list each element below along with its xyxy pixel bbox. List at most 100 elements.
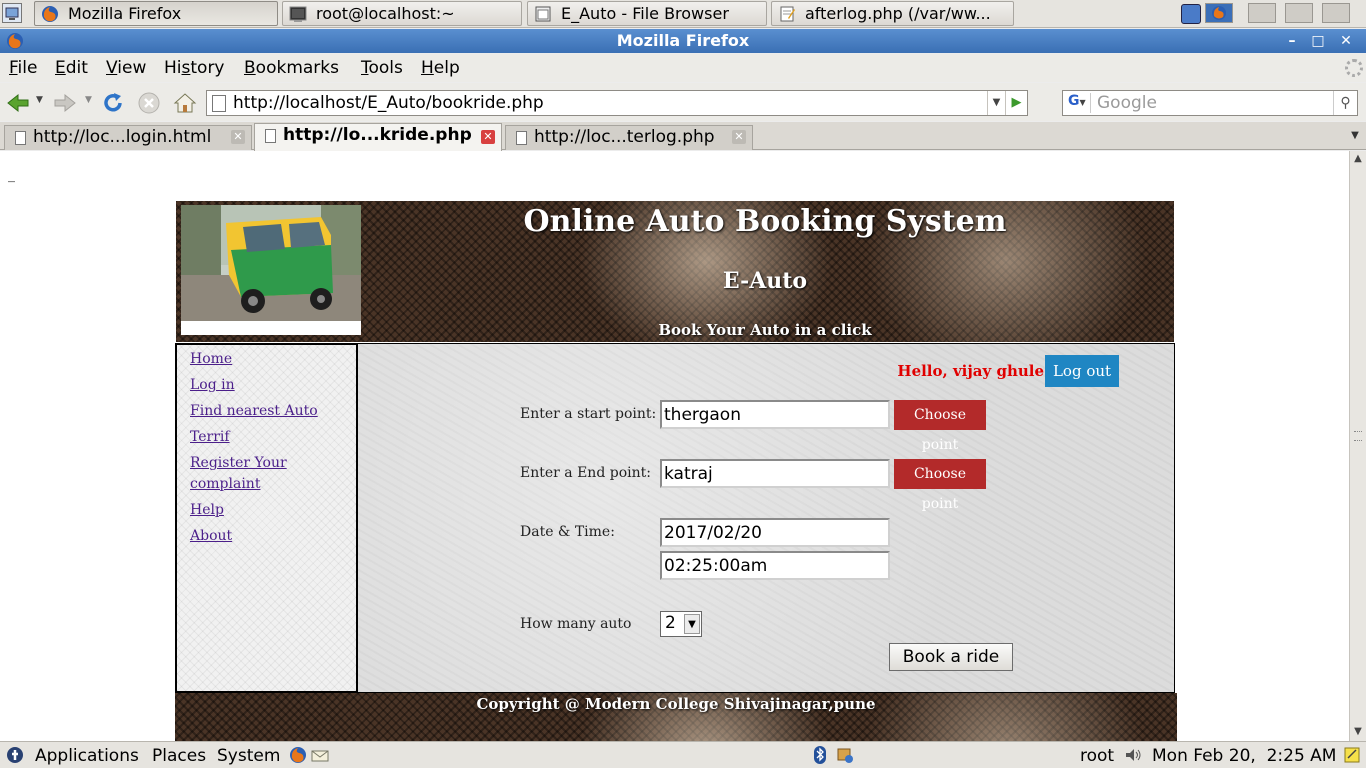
page-icon (516, 131, 527, 145)
scroll-down-arrow[interactable]: ▼ (1350, 724, 1366, 740)
start-point-label: Enter a start point: (520, 406, 657, 422)
search-placeholder[interactable]: Google (1097, 93, 1157, 113)
mail-launcher-icon[interactable] (311, 746, 329, 764)
clock[interactable]: Mon Feb 20, 2:25 AM (1152, 746, 1336, 766)
taskbar-button-firefox[interactable]: Mozilla Firefox (34, 1, 278, 26)
book-ride-button[interactable]: Book a ride (889, 643, 1013, 671)
menu-file[interactable]: File (9, 58, 37, 78)
workspace-1[interactable] (1205, 3, 1233, 23)
workspace-2[interactable] (1248, 3, 1276, 23)
url-history-dropdown[interactable]: ▼ (987, 91, 1005, 115)
auto-count-select[interactable]: 2 ▼ (660, 611, 702, 637)
site-tagline: Book Your Auto in a click (658, 321, 872, 339)
search-bar[interactable]: G▼ Google ⚲ (1062, 90, 1358, 116)
menubar: File Edit View History Bookmarks Tools H… (0, 54, 1366, 82)
url-bar[interactable]: http://localhost/E_Auto/bookride.php ▼ ▶ (206, 90, 1028, 116)
scrollbar-grip[interactable] (1354, 431, 1362, 441)
sidebar-item-register-complaint[interactable]: Register Your complaint (190, 453, 300, 495)
taskbar-button-file-browser[interactable]: E_Auto - File Browser (527, 1, 767, 26)
sidebar-item-home[interactable]: Home (190, 349, 340, 370)
tab-close-icon[interactable]: ✕ (231, 130, 245, 144)
tab-label: http://loc...login.html (33, 127, 212, 147)
forward-arrow-icon[interactable] (53, 91, 77, 115)
time-input[interactable] (660, 551, 890, 580)
update-notifier-icon[interactable] (836, 746, 854, 764)
notification-app-icon[interactable] (1181, 4, 1201, 24)
sidebar-item-login[interactable]: Log in (190, 375, 340, 396)
menu-view[interactable]: View (106, 58, 146, 78)
tab-close-icon[interactable]: ✕ (732, 130, 746, 144)
sidebar-item-help[interactable]: Help (190, 500, 340, 521)
user-greeting: Hello, vijay ghule (897, 362, 1044, 380)
file-browser-icon (535, 6, 551, 21)
back-arrow-icon[interactable] (6, 91, 30, 115)
back-history-dropdown[interactable]: ▼ (36, 95, 43, 105)
firefox-icon (7, 33, 23, 49)
bluetooth-icon[interactable] (811, 746, 829, 764)
taskbar-button-label: Mozilla Firefox (68, 4, 182, 23)
menu-history[interactable]: History (164, 58, 225, 78)
reload-icon[interactable] (101, 91, 125, 115)
chevron-down-icon[interactable]: ▼ (684, 614, 700, 634)
menu-tools[interactable]: Tools (361, 58, 403, 78)
sidebar-item-terrif[interactable]: Terrif (190, 427, 340, 448)
taskbar-button-terminal[interactable]: root@localhost:~ (282, 1, 522, 26)
menu-help[interactable]: Help (421, 58, 460, 78)
auto-rickshaw-photo (181, 205, 361, 335)
tab-login[interactable]: http://loc...login.html ✕ (4, 125, 252, 150)
tab-afterlog[interactable]: http://loc...terlog.php ✕ (505, 125, 753, 150)
window-titlebar[interactable]: Mozilla Firefox – □ ✕ (0, 29, 1366, 53)
choose-start-point-button[interactable]: Choose point (894, 400, 986, 453)
url-text[interactable]: http://localhost/E_Auto/bookride.php (233, 93, 544, 113)
search-icon[interactable]: ⚲ (1333, 91, 1357, 115)
home-icon[interactable] (173, 91, 197, 115)
go-button[interactable]: ▶ (1005, 91, 1027, 115)
taskbar-button-label: root@localhost:~ (316, 4, 455, 23)
page-viewport: _ Online Auto Booking System E-Auto Book… (0, 151, 1349, 741)
terminal-icon (289, 6, 307, 22)
tab-close-icon[interactable]: ✕ (481, 130, 495, 144)
choose-end-point-button[interactable]: Choose point (894, 459, 986, 512)
taskbar-button-label: E_Auto - File Browser (561, 4, 729, 23)
tab-label: http://loc...terlog.php (534, 127, 715, 147)
applications-menu[interactable]: Applications (35, 746, 139, 766)
volume-icon[interactable] (1124, 746, 1142, 764)
search-engine-selector[interactable]: G▼ (1065, 93, 1091, 113)
current-user[interactable]: root (1080, 746, 1114, 766)
sidebar-item-find-nearest-auto[interactable]: Find nearest Auto (190, 401, 340, 422)
auto-count-value: 2 (665, 613, 676, 633)
places-menu[interactable]: Places (152, 746, 206, 766)
show-desktop-icon[interactable] (2, 3, 22, 23)
start-point-input[interactable] (660, 400, 890, 429)
end-point-input[interactable] (660, 459, 890, 488)
maximize-button[interactable]: □ (1307, 31, 1329, 51)
auto-count-label: How many auto (520, 616, 632, 632)
close-button[interactable]: ✕ (1335, 31, 1357, 51)
minimize-button[interactable]: – (1281, 31, 1303, 51)
workspace-4[interactable] (1322, 3, 1350, 23)
scroll-up-arrow[interactable]: ▲ (1350, 151, 1366, 167)
site-header: Online Auto Booking System E-Auto Book Y… (176, 201, 1174, 342)
taskbar-button-editor[interactable]: afterlog.php (/var/ww... (771, 1, 1014, 26)
menu-edit[interactable]: Edit (55, 58, 88, 78)
notes-icon[interactable] (1343, 746, 1361, 764)
booking-panel: Hello, vijay ghule Log out Enter a start… (358, 343, 1175, 693)
forward-history-dropdown[interactable]: ▼ (85, 95, 92, 105)
date-input[interactable] (660, 518, 890, 547)
tab-bookride[interactable]: http://lo...kride.php ✕ (254, 123, 502, 151)
site-title: Online Auto Booking System (523, 204, 1007, 239)
firefox-launcher-icon[interactable] (289, 746, 307, 764)
logout-button[interactable]: Log out (1045, 355, 1119, 387)
activity-throbber-icon (1345, 59, 1363, 77)
site-subtitle: E-Auto (722, 268, 808, 294)
system-menu[interactable]: System (217, 746, 280, 766)
page-icon (15, 131, 26, 145)
menu-bookmarks[interactable]: Bookmarks (244, 58, 339, 78)
tab-list-dropdown[interactable]: ▼ (1346, 126, 1364, 146)
text-editor-icon (780, 6, 795, 21)
stop-icon[interactable] (137, 91, 161, 115)
workspace-3[interactable] (1285, 3, 1313, 23)
sidebar-item-about[interactable]: About (190, 526, 340, 547)
photo-caption-strip (181, 321, 361, 335)
vertical-scrollbar[interactable]: ▲ ▼ (1349, 151, 1366, 741)
